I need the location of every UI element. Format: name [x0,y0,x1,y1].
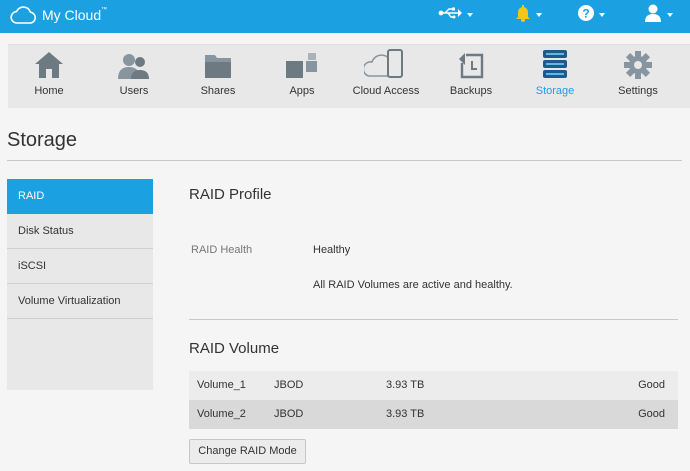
title-divider [7,160,682,161]
raid-health-label: RAID Health [191,244,253,256]
storage-side-menu: RAID Disk Status iSCSI Volume Virtualiza… [7,179,153,390]
apps-icon [270,45,334,81]
nav-item-users[interactable]: Users [102,45,166,109]
side-item-disk-status[interactable]: Disk Status [7,214,153,249]
brand[interactable]: My Cloud™ [8,4,107,26]
volume-name: Volume_1 [197,379,246,391]
main-nav: Home Users Shares Apps Cloud Access Back… [8,44,690,108]
chevron-down-icon [599,13,605,17]
volume-raid-type: JBOD [274,408,304,420]
section-divider [189,319,678,320]
nav-item-shares[interactable]: Shares [186,45,250,109]
nav-label-users: Users [119,85,149,97]
nav-label-storage: Storage [535,85,575,97]
table-row[interactable]: Volume_1 JBOD 3.93 TB Good [189,371,678,400]
cloud-access-icon [350,45,422,81]
side-item-raid[interactable]: RAID [7,179,153,214]
nav-item-backups[interactable]: Backups [439,45,503,109]
help-menu[interactable]: ? [578,4,605,26]
chevron-down-icon [536,13,542,17]
nav-label-settings: Settings [618,85,658,97]
volume-name: Volume_2 [197,408,246,420]
volume-size: 3.93 TB [386,379,425,391]
backups-icon [439,45,503,81]
raid-health-value: Healthy [313,244,351,256]
raid-health-description: All RAID Volumes are active and healthy. [313,279,513,291]
svg-text:?: ? [582,6,589,20]
usb-menu[interactable] [438,5,473,25]
side-item-volume-virtualization[interactable]: Volume Virtualization [7,284,153,319]
usb-icon [438,6,462,24]
nav-item-cloud-access[interactable]: Cloud Access [350,45,422,109]
table-row[interactable]: Volume_2 JBOD 3.93 TB Good [189,400,678,429]
raid-volume-table: Volume_1 JBOD 3.93 TB Good Volume_2 JBOD… [189,371,678,429]
brand-name-text: My Cloud [42,7,102,23]
storage-icon [523,45,587,81]
nav-label-cloud-access: Cloud Access [352,85,420,97]
change-raid-mode-button[interactable]: Change RAID Mode [189,439,306,464]
users-icon [102,45,166,81]
volume-raid-type: JBOD [274,379,304,391]
brand-name: My Cloud™ [42,7,107,23]
nav-label-backups: Backups [449,85,493,97]
settings-icon [606,45,670,81]
volume-status: Good [638,408,665,420]
trademark-mark: ™ [101,7,108,13]
nav-label-apps: Apps [289,85,315,97]
notifications-menu[interactable] [515,4,542,27]
side-item-iscsi[interactable]: iSCSI [7,249,153,284]
chevron-down-icon [667,13,673,17]
nav-item-apps[interactable]: Apps [270,45,334,109]
nav-label-shares: Shares [200,85,236,97]
volume-status: Good [638,379,665,391]
top-bar: My Cloud™ ? [0,0,690,33]
nav-label-home: Home [34,85,64,97]
volume-size: 3.93 TB [386,408,425,420]
cloud-logo-icon [8,4,38,26]
user-menu[interactable] [644,4,673,27]
raid-volume-title: RAID Volume [189,340,280,357]
home-icon [17,45,81,81]
page-title: Storage [7,129,78,151]
user-icon [644,4,662,27]
help-icon: ? [578,4,594,26]
chevron-down-icon [467,13,473,17]
bell-icon [515,4,531,27]
nav-item-home[interactable]: Home [17,45,81,109]
shares-icon [186,45,250,81]
nav-item-settings[interactable]: Settings [606,45,670,109]
raid-profile-title: RAID Profile [189,186,272,203]
nav-item-storage[interactable]: Storage [523,45,587,109]
